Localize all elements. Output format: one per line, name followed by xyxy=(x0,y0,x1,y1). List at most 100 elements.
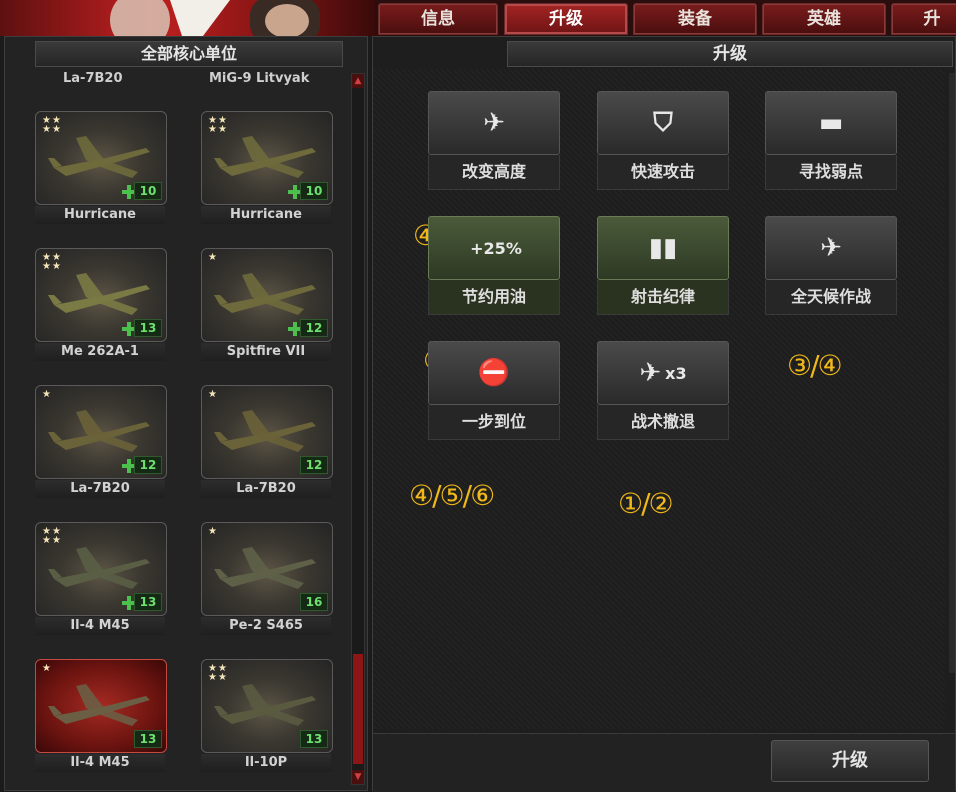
unit-name-label: Il-10P xyxy=(201,754,331,772)
unit-label: MiG-9 Litvyak xyxy=(209,71,310,86)
unit-card[interactable]: ★★ ★★ 10 xyxy=(201,111,333,205)
skill-glyph: ⛉ xyxy=(653,107,673,138)
skill-item[interactable]: ✈ 全天候作战 xyxy=(765,216,897,315)
all-weather-plane-icon[interactable]: ✈ xyxy=(765,216,897,280)
scroll-thumb[interactable] xyxy=(353,654,363,764)
skill-name: 一步到位 xyxy=(428,405,560,440)
unit-level-badge: 16 xyxy=(300,593,328,611)
rank-stars-icon: ★ xyxy=(42,389,52,400)
tab-info[interactable]: 信息 xyxy=(378,3,498,35)
skill-name: 射击纪律 xyxy=(597,280,729,315)
upgrade-footer: 升级 xyxy=(373,733,955,792)
unit-level-badge: 10 xyxy=(300,182,328,200)
unit-name-label: Spitfire VII xyxy=(201,343,331,361)
soldiers-no-icon[interactable]: ⛔ xyxy=(428,341,560,405)
plane-altitude-icon[interactable]: ✈ xyxy=(428,91,560,155)
skill-glyph: ▬ xyxy=(818,108,844,138)
aircraft-icon xyxy=(48,136,150,178)
skill-glyph: ⛔ xyxy=(477,358,511,388)
skill-name: 战术撤退 xyxy=(597,405,729,440)
unit-card[interactable]: ★★ ★★ 13 xyxy=(201,659,333,753)
fuel-canister-icon[interactable]: +25% xyxy=(428,216,560,280)
unit-name-label: Il-4 M45 xyxy=(35,617,165,635)
skill-item[interactable]: ▮▮ 射击纪律 xyxy=(597,216,729,315)
skill-item[interactable]: ⛉ 快速攻击 xyxy=(597,91,729,190)
top-bar: 信息 升级 装备 英雄 升 xyxy=(0,0,956,36)
unit-name-label: La-7B20 xyxy=(35,480,165,498)
upgrade-button[interactable]: 升级 xyxy=(771,740,929,782)
core-units-panel: 全部核心单位 La-7B20 MiG-9 Litvyak ★★ ★★ 10 Hurr… xyxy=(4,36,368,791)
aircraft-icon xyxy=(214,273,316,315)
tactical-retreat-icon[interactable]: ✈ x3 xyxy=(597,341,729,405)
upgrade-panel: 升级 ✈改变高度④/⑤/⑥⛉快速攻击⑥/⑦▬寻找弱点①/②+25%节约用油③/④… xyxy=(372,36,956,792)
aircraft-icon xyxy=(214,684,316,726)
unit-level-badge: 10 xyxy=(134,182,162,200)
rank-stars-icon: ★ xyxy=(208,252,218,263)
skill-glyph: ▮▮ xyxy=(648,233,678,263)
skill-glyph: ✈ xyxy=(639,358,662,388)
unit-card[interactable]: ★ 13 xyxy=(35,659,167,753)
aircraft-icon xyxy=(48,547,150,589)
unit-card[interactable]: ★ 12 xyxy=(201,385,333,479)
core-units-title: 全部核心单位 xyxy=(35,41,343,67)
unit-level-badge: 12 xyxy=(300,456,328,474)
unit-level-badge: 13 xyxy=(134,593,162,611)
aircraft-icon xyxy=(214,410,316,452)
skill-icon-text: +25% xyxy=(470,238,522,258)
unit-level-badge: 12 xyxy=(300,319,328,337)
unit-card[interactable]: ★★ ★★ 13 xyxy=(35,248,167,342)
unit-card[interactable]: ★★ ★★ 13 xyxy=(35,522,167,616)
tank-weakpoint-icon[interactable]: ▬ xyxy=(765,91,897,155)
scroll-down-icon[interactable]: ▼ xyxy=(352,770,364,784)
rank-stars-icon: ★ xyxy=(42,663,52,674)
unit-level-badge: 12 xyxy=(134,456,162,474)
skill-glyph: ✈ xyxy=(483,108,505,138)
fast-attack-shield-icon[interactable]: ⛉ xyxy=(597,91,729,155)
aircraft-icon xyxy=(214,547,316,589)
skill-name: 全天候作战 xyxy=(765,280,897,315)
skill-name: 改变高度 xyxy=(428,155,560,190)
unit-card[interactable]: ★ 12 xyxy=(35,385,167,479)
skill-name: 节约用油 xyxy=(428,280,560,315)
unit-card[interactable]: ★ 12 xyxy=(201,248,333,342)
skill-rank-requirement: ①/② xyxy=(618,487,674,520)
aircraft-icon xyxy=(48,273,150,315)
rank-stars-icon: ★ xyxy=(208,389,218,400)
skill-grid: ✈改变高度④/⑤/⑥⛉快速攻击⑥/⑦▬寻找弱点①/②+25%节约用油③/④/⑦▮… xyxy=(373,69,945,729)
aircraft-icon xyxy=(48,684,150,726)
scroll-up-icon[interactable]: ▲ xyxy=(352,74,364,88)
unit-level-badge: 13 xyxy=(300,730,328,748)
skill-name: 寻找弱点 xyxy=(765,155,897,190)
aircraft-icon xyxy=(48,410,150,452)
unit-list-scrollbar[interactable]: ▲ ▼ xyxy=(351,73,365,785)
tab-upgrade[interactable]: 升级 xyxy=(504,3,628,35)
skill-scrollbar[interactable] xyxy=(949,73,955,673)
skill-item[interactable]: +25% 节约用油 xyxy=(428,216,560,315)
unit-name-label: Pe-2 S465 xyxy=(201,617,331,635)
unit-label: La-7B20 xyxy=(63,71,123,86)
unit-name-label: Hurricane xyxy=(201,206,331,224)
skill-item[interactable]: ✈ 改变高度 xyxy=(428,91,560,190)
skill-rank-requirement: ④/⑤/⑥ xyxy=(409,479,495,512)
skill-rank-requirement: ③/④ xyxy=(787,349,843,382)
skill-icon-text: x3 xyxy=(665,363,687,383)
unit-level-badge: 13 xyxy=(134,319,162,337)
tab-upgrade-2[interactable]: 升 xyxy=(891,3,956,35)
skill-item[interactable]: ⛔ 一步到位 xyxy=(428,341,560,440)
rank-stars-icon: ★ xyxy=(208,526,218,537)
unit-name-label: Me 262A-1 xyxy=(35,343,165,361)
skill-name: 快速攻击 xyxy=(597,155,729,190)
unit-list: La-7B20 MiG-9 Litvyak ★★ ★★ 10 Hurricane ★★… xyxy=(19,69,349,789)
unit-level-badge: 13 xyxy=(134,730,162,748)
skill-item[interactable]: ✈ x3 战术撤退 xyxy=(597,341,729,440)
ammo-bullets-icon[interactable]: ▮▮ xyxy=(597,216,729,280)
tab-heroes[interactable]: 英雄 xyxy=(762,3,886,35)
unit-name-label: Hurricane xyxy=(35,206,165,224)
skill-glyph: ✈ xyxy=(820,233,842,263)
upgrade-title: 升级 xyxy=(507,41,953,67)
tab-equipment[interactable]: 装备 xyxy=(633,3,757,35)
unit-card[interactable]: ★ 16 xyxy=(201,522,333,616)
hero-banner-image xyxy=(0,0,375,36)
skill-item[interactable]: ▬ 寻找弱点 xyxy=(765,91,897,190)
unit-card[interactable]: ★★ ★★ 10 xyxy=(35,111,167,205)
